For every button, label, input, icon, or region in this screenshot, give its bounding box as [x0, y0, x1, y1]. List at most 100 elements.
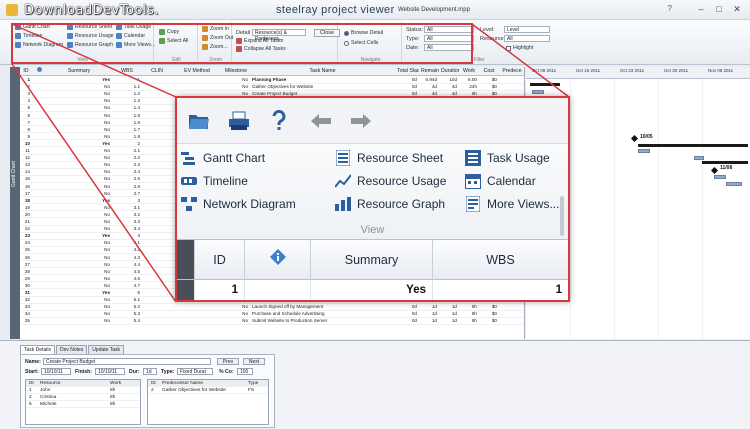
gantt-task-bar[interactable]: [638, 149, 650, 153]
arrow-right-icon: [351, 114, 371, 128]
close-window-button[interactable]: ✕: [730, 4, 744, 15]
help-icon[interactable]: ?: [668, 4, 672, 13]
gantt-summary-bar[interactable]: [530, 83, 560, 86]
zoom-item-label: Gantt Chart: [203, 151, 266, 165]
cell-wbs: 4.5: [133, 268, 140, 274]
level-select[interactable]: Level: [504, 26, 550, 33]
finish-field[interactable]: 10/10/11: [95, 368, 125, 375]
cell-empty: [32, 240, 46, 246]
resource-select[interactable]: All: [504, 35, 550, 42]
zoom-resource-graph[interactable]: Resource Graph: [335, 196, 445, 212]
col-header-id[interactable]: ID: [20, 67, 32, 75]
table-row[interactable]: 33 No 5.2 No Launch Signed off by Management…: [20, 304, 524, 311]
gantt-month-label: Oct 16 2011: [576, 68, 601, 73]
cell-wbs: 4: [137, 233, 140, 239]
zoom-col-header-id[interactable]: ID: [195, 240, 245, 280]
zoom-network-diagram[interactable]: Network Diagram: [181, 196, 296, 212]
col-header-predecessors[interactable]: Predece: [499, 67, 524, 75]
zoom-resource-usage[interactable]: Resource Usage: [335, 173, 446, 189]
gantt-task-bar[interactable]: [694, 156, 704, 160]
col-header-ev-method[interactable]: EV Method: [172, 67, 222, 75]
zoom-timeline[interactable]: Timeline: [181, 173, 248, 189]
table-header: ID Predecessor Name Type: [148, 380, 268, 387]
zoom-col-header-wbs[interactable]: WBS: [433, 240, 568, 280]
col-header-total-slack[interactable]: Total Slack: [395, 67, 419, 75]
col-header-clin[interactable]: CLIN: [142, 67, 172, 75]
table-row[interactable]: 1 Yes 1 No Planning Phase 0d 0.94d 10d 8.00 $0: [20, 77, 524, 84]
type-field[interactable]: Fixed Durat: [177, 368, 213, 375]
help-button[interactable]: [265, 107, 293, 135]
cell-empty: [32, 91, 46, 97]
cell-empty: [142, 283, 172, 289]
duration-field[interactable]: 1d: [143, 368, 157, 375]
zoom-gantt-chart[interactable]: Gantt Chart: [181, 150, 265, 166]
cell-empty: [32, 311, 46, 317]
cell-slack: 0d: [411, 304, 417, 310]
cell-summary: No: [104, 226, 110, 232]
percent-complete-field[interactable]: 100: [237, 368, 253, 375]
table-row[interactable]: 34 No 5.3 No Purchase and Schedule Advertisi…: [20, 311, 524, 318]
forward-button[interactable]: [347, 107, 375, 135]
col-header-wbs[interactable]: WBS: [112, 67, 142, 75]
cell-wbs: 4.7: [133, 282, 140, 288]
zoom-row-selector[interactable]: [177, 280, 195, 300]
print-button[interactable]: [225, 107, 253, 135]
cell-empty: [32, 297, 46, 303]
zoom-resource-sheet[interactable]: Resource Sheet: [335, 150, 443, 166]
table-row[interactable]: 5 Michele 8h: [26, 401, 140, 408]
prev-button[interactable]: Prev: [217, 358, 239, 365]
open-button[interactable]: [185, 107, 213, 135]
gantt-summary-bar[interactable]: [638, 144, 748, 147]
cell-empty: [32, 105, 46, 111]
table-row[interactable]: 2 No 1.1 No Gather Objectives for Website 0d 4…: [20, 84, 524, 91]
col-header-milestone[interactable]: Milestone: [222, 67, 250, 75]
gantt-milestone[interactable]: [710, 166, 719, 175]
minimize-button[interactable]: –: [694, 4, 708, 15]
table-row[interactable]: 2 Cristina 8h: [26, 394, 140, 401]
col-header-summary[interactable]: Summary: [46, 67, 112, 75]
cell-summary: No: [104, 190, 110, 196]
zoom-task-usage[interactable]: Task Usage: [465, 150, 550, 166]
highlight-checkbox[interactable]: Highlight: [506, 45, 533, 51]
zoom-row-selector[interactable]: [177, 240, 195, 280]
table-row[interactable]: 2 Gather Objectives for Website FS: [148, 387, 268, 394]
gantt-summary-bar[interactable]: [702, 161, 748, 164]
cell-wbs: 2.7: [133, 190, 140, 196]
cell-slack: 0d: [411, 318, 417, 324]
task-details-panel: Name: Create Project Budget Prev Next St…: [20, 354, 275, 428]
gantt-task-bar[interactable]: [532, 90, 544, 94]
cell-cost: $0: [491, 311, 497, 317]
zoom-more-views[interactable]: More Views...: [465, 196, 559, 212]
cell-empty: [142, 226, 172, 232]
gantt-milestone[interactable]: [630, 134, 639, 143]
ribbon-scrollbar[interactable]: [560, 196, 564, 236]
gantt-task-bar[interactable]: [726, 182, 742, 186]
start-field[interactable]: 10/10/11: [41, 368, 71, 375]
next-button[interactable]: Next: [243, 358, 265, 365]
cell-empty: [32, 162, 46, 168]
cell-empty: [172, 311, 222, 317]
col-header-task-name[interactable]: Task Name: [250, 67, 395, 75]
zoom-col-header-info[interactable]: [245, 240, 311, 280]
cell-id: 16: [24, 183, 30, 189]
cell-empty: [32, 247, 46, 253]
maximize-button[interactable]: □: [712, 4, 726, 15]
col-header-remaining[interactable]: Remaining: [419, 67, 439, 75]
table-row[interactable]: 35 No 5.4 No Submit Website to Production Se…: [20, 318, 524, 325]
app-logo-icon[interactable]: [6, 4, 18, 16]
cell-id: 29: [24, 275, 30, 281]
back-button[interactable]: [307, 107, 335, 135]
task-name-field[interactable]: Create Project Budget: [43, 358, 211, 365]
col-header-cost[interactable]: Cost: [479, 67, 499, 75]
cell-empty: [142, 169, 172, 175]
gantt-task-bar[interactable]: [714, 175, 726, 179]
col-header-work[interactable]: Work: [459, 67, 479, 75]
col-header-info[interactable]: [32, 67, 46, 75]
cell-id: 27: [24, 261, 30, 267]
cell-summary: No: [104, 268, 110, 274]
zoom-col-header-summary[interactable]: Summary: [311, 240, 433, 280]
table-row[interactable]: 1 John 8h: [26, 387, 140, 394]
col-header-duration[interactable]: Duration: [439, 67, 459, 75]
zoom-calendar[interactable]: Calendar: [465, 173, 536, 189]
cell-id: 10: [24, 140, 30, 146]
